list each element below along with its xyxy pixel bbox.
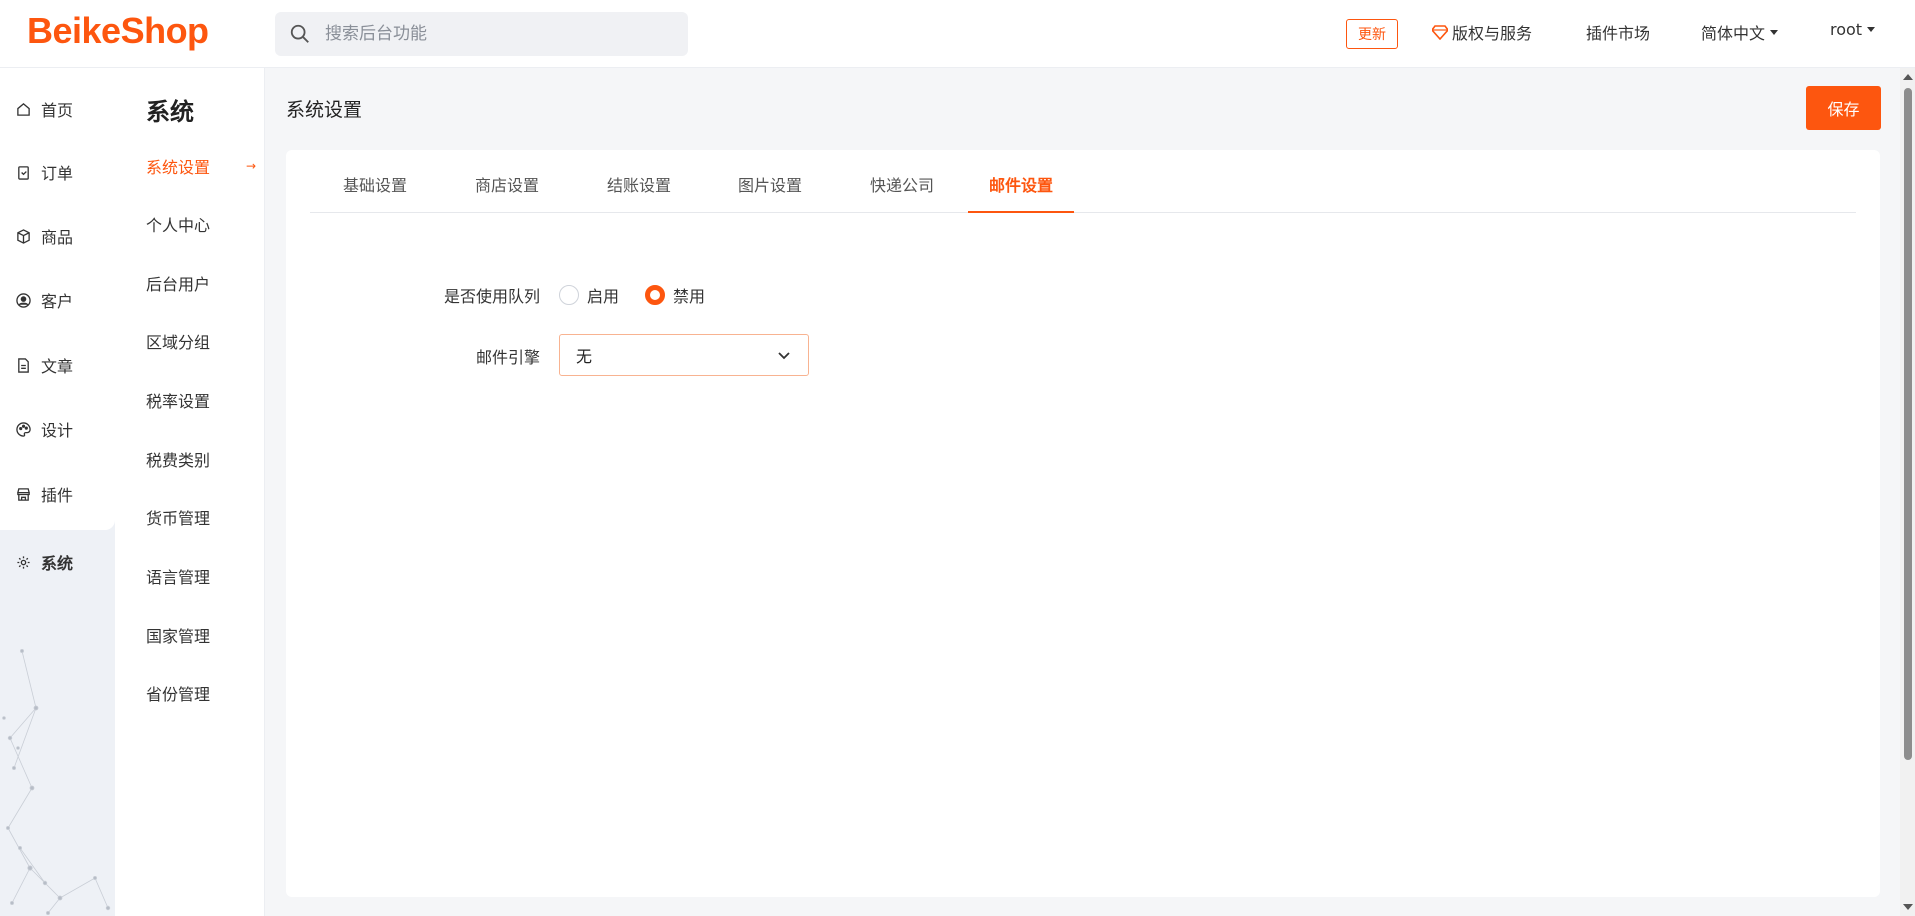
radio-checked-icon[interactable] [645,285,665,305]
submenu-item-label: 语言管理 [146,568,211,587]
sidebar-item-customers[interactable]: 客户 [0,269,115,331]
user-circle-icon [16,292,31,308]
sidebar-item-products[interactable]: 商品 [0,205,115,267]
mail-engine-value: 无 [576,347,593,366]
search-box[interactable] [275,12,688,56]
top-header: BeikeShop 更新 版权与服务 插件市场 简体中文 root [0,0,1915,68]
submenu-item-label: 个人中心 [146,216,211,235]
submenu-item-provinces[interactable]: 省份管理 [146,681,256,705]
scroll-down-arrow-icon[interactable] [1903,904,1913,910]
brand-logo[interactable]: BeikeShop [27,10,209,52]
queue-radio-disable[interactable]: 禁用 [645,283,705,307]
mail-engine-select[interactable]: 无 [559,334,809,376]
sidebar-item-plugins[interactable]: 插件 [0,463,115,525]
decorative-network-graphic [2,648,111,915]
sub-sidebar: 系统 系统设置 → 个人中心 后台用户 区域分组 税率设置 税费类别 货币管理 … [115,68,265,916]
submenu-item-label: 区域分组 [146,333,211,352]
sidebar-item-label: 订单 [41,164,74,183]
document-icon [18,357,29,373]
user-dropdown[interactable]: root [1830,20,1876,39]
language-dropdown[interactable]: 简体中文 [1701,20,1779,44]
sidebar-item-label: 文章 [41,357,74,376]
settings-tabs: 基础设置 商店设置 结账设置 图片设置 快递公司 邮件设置 [310,150,1856,213]
sidebar-item-label: 系统 [41,554,74,573]
home-icon [17,102,30,116]
box-icon [17,228,30,244]
user-label: root [1830,20,1863,39]
clipboard-icon [18,165,29,180]
palette-icon [16,421,31,437]
submenu-item-label: 税率设置 [146,392,211,411]
radio-unchecked-icon[interactable] [559,285,579,305]
queue-label: 是否使用队列 [443,287,540,306]
language-label: 简体中文 [1701,24,1766,43]
sidebar-item-label: 首页 [41,101,74,120]
caret-down-icon [1867,27,1876,32]
submenu-item-personal-center[interactable]: 个人中心 [146,212,256,236]
tab-store[interactable]: 商店设置 [462,172,552,213]
submenu-title: 系统 [146,98,194,126]
chevron-down-icon [778,352,790,360]
sidebar-item-orders[interactable]: 订单 [0,141,115,203]
sidebar-item-home[interactable]: 首页 [0,78,115,140]
sidebar-item-system[interactable]: 系统 [0,531,115,593]
page-title: 系统设置 [286,99,363,121]
sidebar-item-label: 商品 [41,228,74,247]
submenu-item-languages[interactable]: 语言管理 [146,564,256,588]
caret-down-icon [1770,29,1779,35]
submenu-item-label: 后台用户 [146,275,211,294]
tab-image[interactable]: 图片设置 [725,172,815,213]
submenu-item-tax-classes[interactable]: 税费类别 [146,447,256,471]
radio-label: 启用 [587,287,620,306]
page-scrollbar[interactable] [1900,68,1915,916]
store-icon [17,487,30,501]
arrow-right-icon: → [245,159,256,173]
sidebar-item-articles[interactable]: 文章 [0,334,115,396]
update-badge[interactable]: 更新 [1346,19,1398,49]
sidebar-item-label: 客户 [41,292,74,311]
copyright-service-link[interactable]: 版权与服务 [1432,20,1532,44]
submenu-item-label: 国家管理 [146,627,211,646]
main-sidebar: 首页 订单 商品 客户 文章 设计 插件 系统 [0,68,115,916]
submenu-item-label: 税费类别 [146,451,211,470]
submenu-item-system-settings[interactable]: 系统设置 → [146,154,256,178]
copyright-label: 版权与服务 [1452,24,1533,43]
tab-basic[interactable]: 基础设置 [330,172,420,213]
gear-icon [17,555,30,569]
plugin-market-link[interactable]: 插件市场 [1586,20,1650,44]
submenu-item-currencies[interactable]: 货币管理 [146,505,256,529]
submenu-item-label: 货币管理 [146,509,211,528]
radio-label: 禁用 [673,287,706,306]
submenu-item-region-groups[interactable]: 区域分组 [146,329,256,353]
tab-checkout[interactable]: 结账设置 [594,172,684,213]
sidebar-item-label: 插件 [41,486,74,505]
diamond-icon [1432,25,1448,40]
search-icon [290,24,309,43]
tab-express[interactable]: 快递公司 [857,172,947,213]
save-button[interactable]: 保存 [1806,86,1881,130]
submenu-item-countries[interactable]: 国家管理 [146,623,256,647]
scroll-up-arrow-icon[interactable] [1903,74,1913,80]
scroll-thumb[interactable] [1904,88,1912,760]
sidebar-item-design[interactable]: 设计 [0,398,115,460]
submenu-item-tax-rates[interactable]: 税率设置 [146,388,256,412]
submenu-item-label: 省份管理 [146,685,211,704]
tab-mail[interactable]: 邮件设置 [968,172,1074,213]
mail-engine-label: 邮件引擎 [475,348,540,367]
queue-radio-enable[interactable]: 启用 [559,283,619,307]
submenu-item-admin-users[interactable]: 后台用户 [146,271,256,295]
submenu-item-label: 系统设置 [146,158,211,177]
search-input[interactable] [325,24,665,44]
settings-card: 基础设置 商店设置 结账设置 图片设置 快递公司 邮件设置 是否使用队列 启用 … [286,150,1880,897]
sidebar-item-label: 设计 [41,421,74,440]
